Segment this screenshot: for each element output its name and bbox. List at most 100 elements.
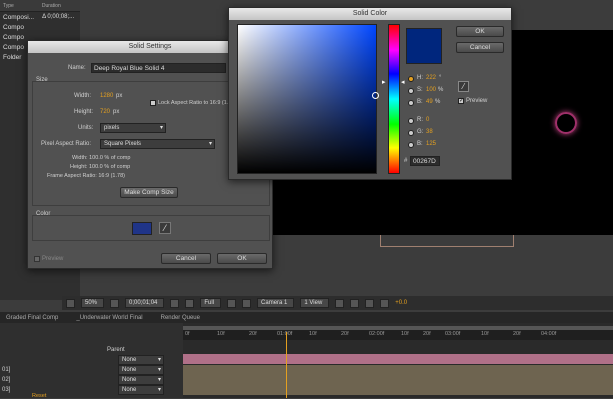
layer-row[interactable]: 01] None — [0, 365, 183, 375]
r-value[interactable]: 0 — [426, 117, 429, 123]
layer-row[interactable]: 03] None — [0, 385, 183, 395]
blue-label: B: — [417, 141, 423, 147]
reset-link[interactable]: Reset — [32, 393, 46, 399]
layer-id: 02] — [2, 377, 11, 383]
parent-column-header: Parent — [107, 347, 125, 353]
new-color-swatch — [406, 28, 442, 64]
g-radio[interactable] — [408, 130, 414, 136]
height-value[interactable]: 720 — [100, 109, 110, 115]
pixel-aspect-icon[interactable] — [335, 298, 345, 308]
ok-button[interactable]: OK — [456, 26, 504, 37]
info-frame-aspect: Frame Aspect Ratio: 16:9 (1.78) — [47, 173, 125, 179]
hue-slider-arrow-right-icon[interactable]: ◂ — [401, 78, 405, 86]
layer-bar[interactable] — [183, 385, 613, 395]
pixel-aspect-ratio-select[interactable]: Square Pixels — [100, 139, 215, 149]
make-comp-size-button[interactable]: Make Comp Size — [120, 187, 178, 198]
layer-bar[interactable] — [183, 354, 613, 364]
h-radio[interactable] — [408, 76, 414, 82]
parent-select[interactable]: None — [118, 385, 164, 395]
grid-icon[interactable] — [110, 298, 120, 308]
g-value[interactable]: 38 — [426, 129, 433, 135]
size-group-label: Size — [36, 77, 48, 83]
b-label: B: — [417, 99, 423, 105]
eyedropper-icon[interactable]: ⁄ — [458, 81, 469, 92]
fast-previews-icon[interactable] — [350, 298, 360, 308]
timeline-icon[interactable] — [365, 298, 375, 308]
hue-slider-arrow-left-icon[interactable]: ▸ — [382, 78, 386, 86]
width-value[interactable]: 1280 — [100, 93, 113, 99]
height-label: Height: — [74, 109, 94, 115]
type-column-header[interactable]: Type — [3, 3, 14, 9]
b-value[interactable]: 49 — [426, 99, 433, 105]
hex-field[interactable]: 00267D — [410, 156, 440, 166]
lock-aspect-checkbox[interactable] — [150, 100, 156, 106]
tab-underwater-world-final[interactable]: _Underwater World Final — [72, 315, 146, 321]
viewer-toolbar: 50% 0;00;01;04 Full Camera 1 1 View +0.0 — [62, 296, 613, 310]
project-item[interactable]: Composi... Δ 0;00;08;... — [0, 12, 80, 22]
blue-radio[interactable] — [408, 142, 414, 148]
layer-id: 01] — [2, 367, 11, 373]
r-label: R: — [417, 117, 423, 123]
camera-select[interactable]: Camera 1 — [257, 298, 295, 308]
blue-value[interactable]: 125 — [426, 141, 436, 147]
b-unit: % — [435, 99, 441, 105]
preview-label: Preview — [42, 256, 64, 262]
transparency-grid-icon[interactable] — [242, 298, 252, 308]
preview-checkbox[interactable] — [34, 256, 40, 262]
name-field[interactable]: Deep Royal Blue Solid 4 — [91, 63, 226, 73]
h-value[interactable]: 222 — [426, 75, 436, 81]
width-unit: px — [116, 93, 123, 99]
flowchart-icon[interactable] — [380, 298, 390, 308]
s-unit: % — [438, 87, 444, 93]
comp-frame-outline — [380, 235, 514, 247]
duration-column-header[interactable]: Duration — [42, 3, 61, 9]
tab-graded-final-comp[interactable]: Graded Final Comp — [2, 315, 62, 321]
h-label: H: — [417, 75, 423, 81]
width-label: Width: — [74, 93, 92, 99]
s-value[interactable]: 100 — [426, 87, 436, 93]
preview-label: Preview — [466, 98, 488, 104]
parent-select[interactable]: None — [118, 365, 164, 375]
eyedropper-icon[interactable]: ⁄ — [159, 222, 171, 234]
exposure-value[interactable]: +0.0 — [395, 300, 407, 306]
r-radio[interactable] — [408, 118, 414, 124]
dialog-title: Solid Color — [229, 8, 511, 20]
timeline-tabs: Graded Final Comp _Underwater World Fina… — [0, 312, 613, 323]
time-ruler[interactable]: 0f 10f 20f 01:00f 10f 20f 02:00f 10f 20f… — [183, 330, 613, 340]
layer-row[interactable]: None — [0, 355, 183, 365]
timecode-display[interactable]: 0;00;01;04 — [125, 298, 165, 308]
cancel-button[interactable]: Cancel — [456, 42, 504, 53]
parent-select[interactable]: None — [118, 355, 164, 365]
ok-button[interactable]: OK — [217, 253, 267, 264]
h-unit: ° — [439, 75, 442, 81]
zoom-select[interactable]: 50% — [81, 298, 105, 308]
b-radio[interactable] — [408, 100, 414, 106]
layer-bar[interactable] — [183, 375, 613, 385]
current-time-indicator[interactable] — [286, 332, 287, 398]
project-item[interactable]: Compo — [0, 22, 80, 32]
units-label: Units: — [78, 125, 94, 131]
preview-checkbox[interactable]: ✓ — [458, 98, 464, 104]
project-header: Type Duration — [0, 0, 80, 12]
color-field-cursor[interactable] — [372, 92, 379, 99]
color-group-label: Color — [36, 211, 51, 217]
cancel-button[interactable]: Cancel — [161, 253, 211, 264]
region-of-interest-icon[interactable] — [227, 298, 237, 308]
color-channel-icon[interactable] — [185, 298, 195, 308]
hue-slider[interactable] — [388, 24, 400, 174]
view-layout-select[interactable]: 1 View — [300, 298, 330, 308]
always-preview-icon[interactable] — [66, 298, 75, 308]
s-radio[interactable] — [408, 88, 414, 94]
color-swatch[interactable] — [132, 222, 152, 235]
color-field[interactable] — [237, 24, 379, 174]
layer-id: 03] — [2, 387, 11, 393]
solid-color-dialog: Solid Color ▸ ◂ H: 222 ° S: 100 % B: 49 … — [228, 7, 512, 180]
layer-bar[interactable] — [183, 365, 613, 375]
resolution-select[interactable]: Full — [200, 298, 222, 308]
units-select[interactable]: pixels — [100, 123, 166, 133]
tab-render-queue[interactable]: Render Queue — [157, 315, 204, 321]
hex-label: # — [404, 158, 408, 164]
parent-select[interactable]: None — [118, 375, 164, 385]
snapshot-icon[interactable] — [170, 298, 180, 308]
layer-row[interactable]: 02] None — [0, 375, 183, 385]
